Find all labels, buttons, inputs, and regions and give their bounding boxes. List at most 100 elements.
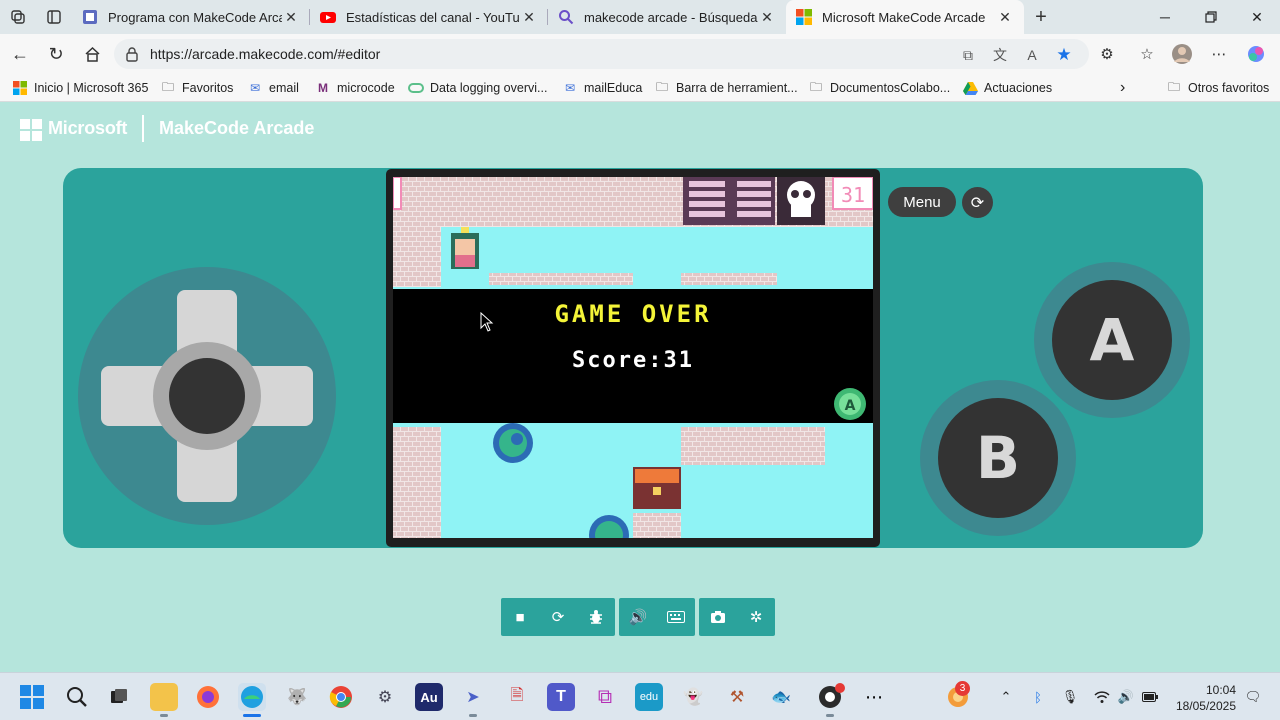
floor-block	[633, 513, 681, 538]
chrome-icon[interactable]	[327, 683, 355, 711]
close-tab-icon[interactable]: ✕	[282, 9, 300, 26]
bookmark-label: email	[269, 81, 299, 95]
fullscreen-icon[interactable]: ✲	[737, 598, 775, 636]
tab-makecode-arcade[interactable]: Microsoft MakeCode Arcade ✕	[786, 0, 1024, 34]
read-aloud-icon[interactable]: A	[1022, 45, 1042, 65]
notification-center-icon[interactable]: 🗨	[1244, 688, 1262, 706]
bookmark-data-logging[interactable]: Data logging overvi...	[408, 79, 547, 97]
edu-app-icon[interactable]: edu	[635, 683, 663, 711]
sound-icon[interactable]: 🔊	[619, 598, 657, 636]
edge-icon[interactable]	[238, 683, 266, 711]
game-screen[interactable]: 31 GAME OVER Score:31 A	[393, 177, 873, 538]
microsoft-brand[interactable]: Microsoft	[48, 118, 127, 139]
workspaces-icon[interactable]	[0, 0, 36, 34]
copilot-icon[interactable]	[1245, 43, 1267, 65]
close-tab-icon[interactable]: ✕	[996, 9, 1014, 26]
bookmark-label: Favoritos	[182, 81, 234, 95]
favorite-star-icon[interactable]: ★	[1054, 45, 1074, 65]
tools-app-icon[interactable]: ⚒	[723, 683, 751, 711]
dpad-center-knob[interactable]	[169, 358, 245, 434]
document-app-icon[interactable]: 🗎	[503, 683, 531, 711]
restore-icon[interactable]	[1188, 0, 1234, 34]
a-button-hint-sprite: A	[834, 388, 866, 420]
stop-icon[interactable]: ■	[501, 598, 539, 636]
hero-sprite	[451, 227, 479, 269]
chevron-up-icon[interactable]: ⌃	[997, 688, 1015, 706]
microphone-icon[interactable]: 🎙	[1061, 688, 1079, 706]
game-over-score: Score:31	[572, 348, 694, 373]
bookmark-maileduca[interactable]: ✉ mailEduca	[562, 79, 642, 97]
firefox-icon[interactable]	[194, 683, 222, 711]
b-button[interactable]: B	[938, 398, 1058, 518]
tab-title: makecode arcade - Búsqueda	[584, 9, 758, 25]
extensions-icon[interactable]: ⚙	[1096, 43, 1118, 65]
toolbar-group-view: ✲	[699, 598, 775, 636]
bluetooth-icon[interactable]: ᛒ	[1029, 688, 1047, 706]
open-in-app-icon[interactable]: ⧉	[958, 45, 978, 65]
tab-youtube-studio[interactable]: Estadísticas del canal - YouTube Studio …	[310, 0, 548, 34]
bookmark-documentos[interactable]: 🗀 DocumentosColabo...	[808, 79, 950, 97]
close-tab-icon[interactable]: ✕	[758, 9, 776, 26]
file-explorer-icon[interactable]	[150, 683, 178, 711]
gimp-icon[interactable]: 🐺	[283, 683, 311, 711]
audition-icon[interactable]: Au	[415, 683, 443, 711]
scratch-app-icon[interactable]: 🐟	[767, 683, 795, 711]
header-divider	[142, 115, 144, 142]
system-clock[interactable]: 10:04 18/05/2025	[1170, 682, 1236, 714]
tab-actions-icon[interactable]	[36, 0, 72, 34]
mail-icon: ✉	[564, 81, 576, 95]
restart-game-icon[interactable]: ⟳	[962, 187, 993, 218]
bookmark-microcode[interactable]: M microcode	[315, 79, 395, 97]
chevron-right-icon[interactable]: ›	[1120, 79, 1125, 97]
microsoft-logo-icon[interactable]	[20, 119, 42, 141]
battery-icon[interactable]	[1141, 688, 1159, 706]
active-indicator	[243, 714, 261, 717]
makecode-arcade-title[interactable]: MakeCode Arcade	[159, 118, 314, 139]
url-bar[interactable]: https://arcade.makecode.com/#editor ⧉ 文 …	[114, 39, 1089, 69]
close-tab-icon[interactable]: ✕	[520, 9, 538, 26]
translate-icon[interactable]: 文	[990, 45, 1010, 65]
minimize-icon[interactable]: ─	[1142, 0, 1188, 34]
bookmark-otros-favoritos[interactable]: 🗀 Otros favoritos	[1166, 79, 1269, 97]
bookmark-label: Barra de herramient...	[676, 81, 798, 95]
back-icon[interactable]: ←	[8, 42, 32, 66]
toolbar-group-audio: 🔊	[619, 598, 695, 636]
notification-count-badge: 3	[955, 681, 970, 696]
profile-avatar[interactable]	[1171, 43, 1193, 65]
home-icon[interactable]	[80, 42, 104, 66]
debug-icon[interactable]	[577, 598, 615, 636]
bookmark-email[interactable]: ✉ email	[247, 79, 299, 97]
tab-makecode-program[interactable]: Programa con MakeCode Arcade ✕	[72, 0, 310, 34]
restart-icon[interactable]: ⟳	[539, 598, 577, 636]
clock-time: 10:04	[1205, 683, 1236, 697]
new-tab-icon[interactable]: +	[1024, 0, 1058, 34]
favorites-icon[interactable]: ☆	[1136, 43, 1158, 65]
stairs	[683, 177, 775, 225]
bookmark-favoritos[interactable]: 🗀 Favoritos	[160, 79, 233, 97]
screenshot-icon[interactable]	[699, 598, 737, 636]
a-button[interactable]: A	[1052, 280, 1172, 400]
wifi-icon[interactable]	[1093, 688, 1111, 706]
settings-icon[interactable]: ⚙	[371, 683, 399, 711]
teams-icon[interactable]: T	[547, 683, 575, 711]
mouse-cursor-icon	[480, 312, 494, 332]
bookmark-label: microcode	[337, 81, 395, 95]
volume-icon[interactable]: 🔊	[1117, 688, 1135, 706]
keyboard-icon[interactable]	[657, 598, 695, 636]
task-view-icon[interactable]	[105, 683, 133, 711]
close-window-icon[interactable]: ✕	[1234, 0, 1280, 34]
start-icon[interactable]	[18, 683, 46, 711]
refresh-icon[interactable]: ↻	[44, 42, 68, 66]
more-apps-icon[interactable]: ⋯	[860, 683, 888, 711]
menu-button[interactable]: Menu	[888, 187, 956, 217]
ghost-app-icon[interactable]: 👻	[679, 683, 707, 711]
puzzle-app-icon[interactable]: ⧉	[591, 683, 619, 711]
powerautomate-icon[interactable]: ➤	[459, 683, 487, 711]
tab-search[interactable]: makecode arcade - Búsqueda ✕	[548, 0, 786, 34]
bookmark-barra-herramientas[interactable]: 🗀 Barra de herramient...	[654, 79, 798, 97]
more-menu-icon[interactable]: ⋯	[1208, 43, 1230, 65]
bookmark-actuaciones[interactable]: Actuaciones	[962, 79, 1052, 97]
search-icon[interactable]	[63, 683, 91, 711]
bookmark-microsoft365[interactable]: Inicio | Microsoft 365	[12, 79, 148, 97]
site-info-icon[interactable]	[124, 46, 140, 62]
